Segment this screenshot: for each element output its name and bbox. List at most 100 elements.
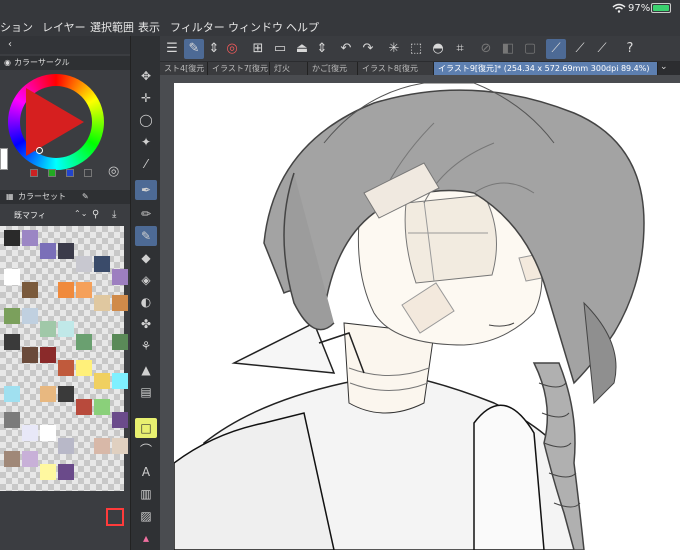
palette-swatch[interactable] <box>112 373 128 389</box>
palette-swatch[interactable] <box>94 373 110 389</box>
palette-swatch[interactable] <box>22 425 38 441</box>
saturation-triangle[interactable] <box>26 88 84 156</box>
chevron-updown-icon[interactable]: ⇕ <box>204 39 224 59</box>
palette-swatch[interactable] <box>40 243 56 259</box>
palette-swatch[interactable] <box>58 360 74 376</box>
tab-document-kago[interactable]: かご[復元 <box>308 62 358 75</box>
eyedropper-search-icon[interactable]: ⚲ <box>92 209 99 220</box>
eraser-icon[interactable]: ◆ <box>135 248 157 268</box>
palette-swatch[interactable] <box>94 438 110 454</box>
crop-icon[interactable]: ⌗ <box>450 39 470 59</box>
magic-wand-icon[interactable]: ✦ <box>135 132 157 152</box>
snap-ruler-icon[interactable]: ⟋ <box>546 39 566 59</box>
tab-document-tomoshibi[interactable]: 灯火 <box>270 62 308 75</box>
palette-swatch[interactable] <box>4 334 20 350</box>
palette-swatch[interactable] <box>40 347 56 363</box>
blend-tool-icon[interactable]: ◈ <box>135 270 157 290</box>
chevron-left-icon[interactable]: ‹ <box>8 39 12 50</box>
palette-swatch[interactable] <box>76 282 92 298</box>
palette-swatch[interactable] <box>58 321 74 337</box>
palette-swatch[interactable] <box>94 256 110 272</box>
palette-swatch[interactable] <box>4 230 20 246</box>
figure-tool-icon[interactable]: □ <box>135 418 157 438</box>
eyedropper-icon[interactable]: ⁄ <box>135 154 157 174</box>
palette-swatch[interactable] <box>112 334 128 350</box>
drawing-canvas[interactable] <box>174 83 680 550</box>
edit-icon[interactable]: ✎ <box>184 39 204 59</box>
invert-icon[interactable]: ◧ <box>498 39 518 59</box>
deselect-icon[interactable]: ⊘ <box>476 39 496 59</box>
palette-swatch[interactable] <box>22 451 38 467</box>
set-select-chevron-icon[interactable]: ⌃⌄ <box>74 209 87 218</box>
fill-tool-icon[interactable]: ◐ <box>135 292 157 312</box>
palette-swatch[interactable] <box>22 308 38 324</box>
palette-swatch[interactable] <box>76 256 92 272</box>
snap-grid-icon[interactable]: ⟋ <box>592 39 612 59</box>
color-picker-handle[interactable] <box>36 147 43 154</box>
new-file-icon[interactable]: ⊞ <box>248 39 268 59</box>
palette-swatch[interactable] <box>58 243 74 259</box>
transparent-color-icon[interactable]: ◎ <box>108 164 119 179</box>
menu-window[interactable]: ウィンドウ <box>228 19 283 35</box>
palette-swatch[interactable] <box>94 295 110 311</box>
balloon-tool-icon[interactable]: ▥ <box>135 484 157 504</box>
menu-layer[interactable]: レイヤー <box>42 19 86 35</box>
palette-swatch[interactable] <box>22 230 38 246</box>
palette-swatch[interactable] <box>76 360 92 376</box>
tab-document-7[interactable]: イラスト7[復元 <box>208 62 270 75</box>
clear-icon[interactable]: ▢ <box>520 39 540 59</box>
tabs-chevron-down-icon[interactable]: ⌄ <box>660 62 668 72</box>
menu-icon[interactable]: ☰ <box>162 39 182 59</box>
main-color-swatch[interactable] <box>0 148 8 170</box>
layer-icon[interactable]: ◎ <box>222 39 242 59</box>
palette-swatch[interactable] <box>76 334 92 350</box>
palette-swatch[interactable] <box>4 412 20 428</box>
menu-selection[interactable]: 選択範囲 <box>90 19 134 35</box>
loading-icon[interactable]: ✳ <box>384 39 404 59</box>
palette-swatch[interactable] <box>40 425 56 441</box>
bucket-icon[interactable]: ▲ <box>135 360 157 380</box>
redo-icon[interactable]: ↷ <box>358 39 378 59</box>
lasso-icon[interactable]: ◯ <box>135 110 157 130</box>
palette-swatch[interactable] <box>40 321 56 337</box>
palette-swatch[interactable] <box>4 308 20 324</box>
palette-swatch[interactable] <box>112 269 128 285</box>
save-icon[interactable]: ⏏ <box>292 39 312 59</box>
history-swatch[interactable] <box>48 169 56 177</box>
palette-swatch[interactable] <box>58 464 74 480</box>
airbrush-icon[interactable]: ✤ <box>135 314 157 334</box>
undo-icon[interactable]: ↶ <box>336 39 356 59</box>
tab-document-9[interactable]: イラスト9[復元]* (254.34 x 572.69mm 300dpi 89.… <box>434 62 658 75</box>
chevron-updown-2-icon[interactable]: ⇕ <box>312 39 332 59</box>
download-icon[interactable]: ⤓ <box>112 209 116 220</box>
palette-swatch[interactable] <box>76 399 92 415</box>
palette-swatch[interactable] <box>112 295 128 311</box>
tab-document-4[interactable]: スト4[復元 <box>160 62 208 75</box>
menu-filter[interactable]: フィルター <box>170 19 225 35</box>
palette-swatch[interactable] <box>40 386 56 402</box>
menu-application[interactable]: ション <box>0 19 33 35</box>
palette-swatch[interactable] <box>40 464 56 480</box>
snap-special-icon[interactable]: ⟋ <box>570 39 590 59</box>
tab-document-8[interactable]: イラスト8[復元 <box>358 62 434 75</box>
palette-swatch[interactable] <box>112 412 128 428</box>
menu-view[interactable]: 表示 <box>138 19 160 35</box>
frame-tool-icon[interactable]: ⌒ <box>135 440 157 460</box>
pen-tool-icon[interactable]: ✒ <box>135 180 157 200</box>
fill-icon[interactable]: ◓ <box>428 39 448 59</box>
pencil-tool-icon[interactable]: ✏ <box>135 204 157 224</box>
brush-tool-icon[interactable]: ✎ <box>135 226 157 246</box>
history-swatch[interactable] <box>66 169 74 177</box>
palette-swatch[interactable] <box>58 438 74 454</box>
move-tool-icon[interactable]: ✥ <box>135 66 157 86</box>
palette-swatch[interactable] <box>4 451 20 467</box>
correction-tool-icon[interactable]: ▨ <box>135 506 157 526</box>
palette-swatch[interactable] <box>94 399 110 415</box>
canvas-area[interactable] <box>160 75 680 550</box>
history-swatch[interactable] <box>30 169 38 177</box>
text-tool-icon[interactable]: A <box>135 462 157 482</box>
history-swatch[interactable] <box>84 169 92 177</box>
move-cross-icon[interactable]: ✛ <box>135 88 157 108</box>
help-icon[interactable]: ? <box>620 39 640 59</box>
decoration-tool-icon[interactable]: ⚘ <box>135 336 157 356</box>
